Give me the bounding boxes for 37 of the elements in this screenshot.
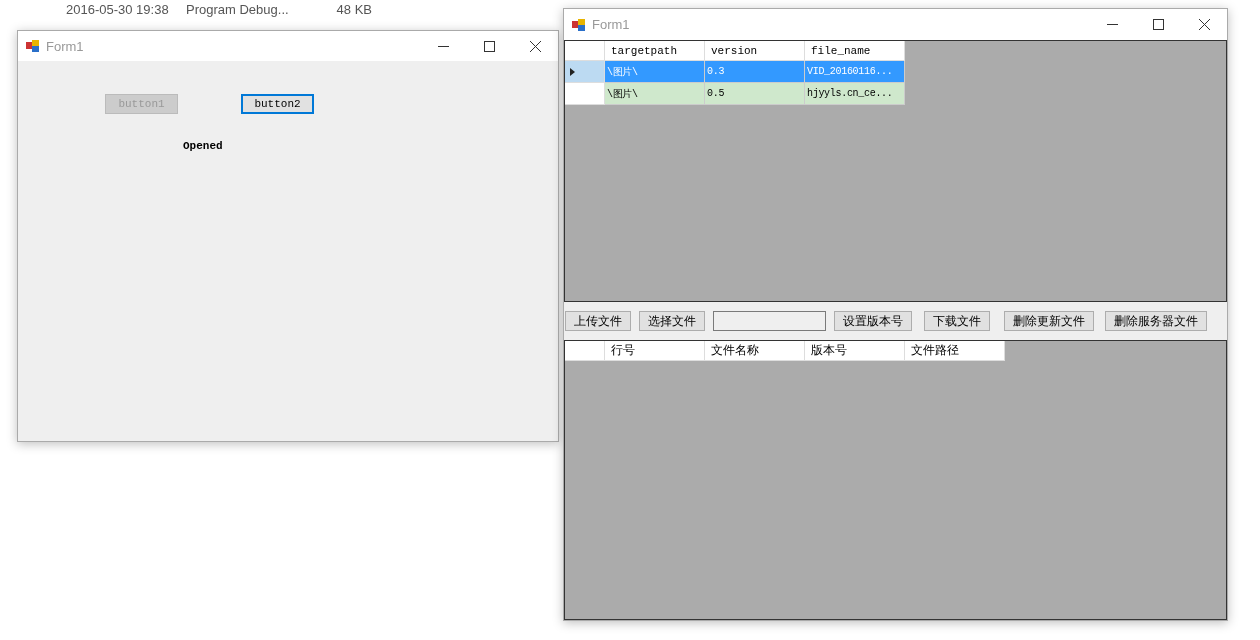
file-size: 48 KB — [335, 2, 372, 18]
file-type: Program Debug... — [186, 2, 290, 18]
file-date: 2016-05-30 19:38 — [66, 2, 170, 18]
status-label: Opened — [183, 140, 223, 152]
column-header[interactable]: 文件路径 — [905, 341, 1005, 361]
form-button[interactable]: button2 — [241, 94, 314, 114]
current-row-icon — [570, 67, 575, 76]
toolbar-button[interactable]: 设置版本号 — [834, 311, 912, 331]
table-cell: hjyyls.cn_ce... — [805, 83, 905, 105]
table-cell: VID_20160116... — [805, 61, 905, 83]
toolbar-button[interactable]: 删除服务器文件 — [1105, 311, 1207, 331]
app-icon — [26, 40, 40, 52]
toolbar-button[interactable]: 选择文件 — [639, 311, 705, 331]
toolbar-button[interactable]: 删除更新文件 — [1004, 311, 1094, 331]
minimize-icon[interactable] — [437, 45, 449, 47]
column-header[interactable]: file_name — [805, 41, 905, 61]
maximize-icon[interactable] — [1152, 19, 1164, 30]
column-header[interactable]: version — [705, 41, 805, 61]
maximize-icon[interactable] — [483, 40, 495, 52]
input-field[interactable] — [713, 311, 826, 331]
column-header[interactable]: 版本号 — [805, 341, 905, 361]
window-title: Form1 — [592, 17, 631, 32]
window-title: Form1 — [46, 38, 85, 54]
table-cell: \图片\ — [605, 61, 705, 83]
close-icon[interactable] — [1198, 19, 1210, 30]
minimize-icon[interactable] — [1106, 24, 1118, 25]
row-header[interactable] — [565, 61, 605, 83]
column-header[interactable]: 文件名称 — [705, 341, 805, 361]
table-cell: 0.3 — [705, 61, 805, 83]
app-icon — [572, 18, 586, 31]
toolbar-button[interactable]: 上传文件 — [565, 311, 631, 331]
column-header[interactable]: targetpath — [605, 41, 705, 61]
table-cell: \图片\ — [605, 83, 705, 105]
toolbar-button[interactable]: 下载文件 — [924, 311, 990, 331]
column-header[interactable]: 行号 — [605, 341, 705, 361]
table-cell: 0.5 — [705, 83, 805, 105]
close-icon[interactable] — [529, 40, 541, 52]
